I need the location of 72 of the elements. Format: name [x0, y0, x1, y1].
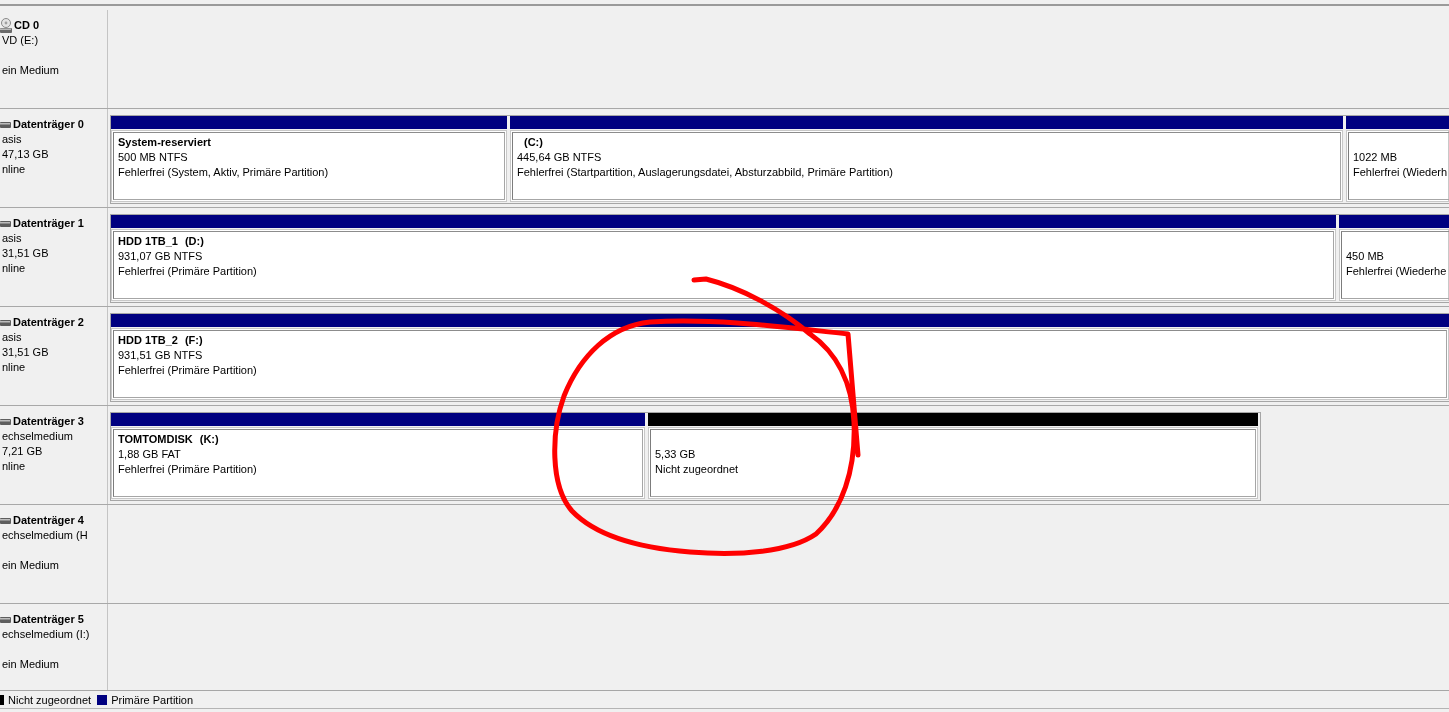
disk-type: echselmedium [2, 430, 73, 442]
disk-name: Datenträger 5 [13, 612, 84, 627]
volume-label: HDD 1TB_2 [118, 333, 178, 348]
partition-size: 931,51 GB NTFS [118, 349, 203, 361]
disk-type: echselmedium (H [2, 529, 88, 541]
disk-size: 7,21 GB [2, 445, 43, 457]
partition-block[interactable]: HDD 1TB_1 (D:) 931,07 GB NTFS Fehlerfrei (Primäre Partition) [111, 215, 1336, 301]
disk-name: Datenträger 1 [13, 216, 84, 231]
partition-status: Nicht zugeordnet [655, 463, 739, 475]
disk-size: 31,51 GB [2, 346, 49, 358]
disk-label-panel[interactable]: Datenträger 2 asis 31,51 GB nline [0, 307, 108, 405]
drive-icon [0, 418, 11, 425]
disk-size: 47,13 GB [2, 148, 49, 160]
partition-status: Fehlerfrei (System, Aktiv, Primäre Partition) [118, 166, 329, 178]
drive-icon [0, 220, 11, 227]
disk-type: asis [2, 331, 22, 343]
partition-status: Fehlerfrei (Primäre Partition) [118, 364, 257, 376]
partition-block[interactable]: 1022 MB Fehlerfrei (Wiederh [1346, 116, 1449, 202]
disk-type: echselmedium (I:) [2, 628, 90, 640]
drive-icon [0, 616, 11, 623]
disk-name: Datenträger 0 [13, 117, 84, 132]
disk-label-panel[interactable]: Datenträger 3 echselmedium 7,21 GB nline [0, 406, 108, 504]
disk-name: Datenträger 2 [13, 315, 84, 330]
disk-type: asis [2, 232, 22, 244]
partition-size: 500 MB NTFS [118, 151, 188, 163]
drive-letter: (K:) [199, 432, 219, 447]
disk-label-panel[interactable]: Datenträger 4 echselmedium (H ein Medium [0, 505, 108, 603]
disk-status: nline [2, 361, 26, 373]
partition-size: 931,07 GB NTFS [118, 250, 203, 262]
disk-name: Datenträger 4 [13, 513, 84, 528]
disk-status: ein Medium [2, 658, 59, 670]
partition-block[interactable]: 450 MB Fehlerfrei (Wiederhe [1339, 215, 1449, 301]
partition-block[interactable]: 5,33 GB Nicht zugeordnet [648, 413, 1258, 499]
partition-size: 1022 MB [1353, 151, 1398, 163]
partition-size: 5,33 GB [655, 448, 696, 460]
disk-label-panel[interactable]: Datenträger 0 asis 47,13 GB nline [0, 109, 108, 207]
partition-size: 450 MB [1346, 250, 1384, 262]
disk-label-panel[interactable]: Datenträger 1 asis 31,51 GB nline [0, 208, 108, 306]
disk-status: ein Medium [2, 559, 59, 571]
volume-label: HDD 1TB_1 [118, 234, 178, 249]
partition-size: 1,88 GB FAT [118, 448, 181, 460]
disk-label-panel[interactable]: CD 0 VD (E:) ein Medium [0, 10, 108, 108]
disk-name: CD 0 [14, 18, 40, 33]
partition-block[interactable]: System-reserviert 500 MB NTFS Fehlerfrei (System, Aktiv, Primäre Partition) [111, 116, 507, 202]
disk-name: Datenträger 3 [13, 414, 84, 429]
partition-block[interactable]: TOMTOMDISK (K:) 1,88 GB FAT Fehlerfrei (Primäre Partition) [111, 413, 645, 499]
disk-size: 31,51 GB [2, 247, 49, 259]
legend-label: Nicht zugeordnet [8, 693, 92, 706]
partition-status: Fehlerfrei (Primäre Partition) [118, 463, 257, 475]
partition-block[interactable]: HDD 1TB_2 (F:) 931,51 GB NTFS Fehlerfrei (Primäre Partition) [111, 314, 1449, 400]
drive-letter: (D:) [184, 234, 204, 249]
drive-icon [0, 121, 11, 128]
cd-drive-icon [0, 18, 12, 33]
legend-label: Primäre Partition [111, 693, 194, 706]
partition-size: 445,64 GB NTFS [517, 151, 602, 163]
drive-icon [0, 319, 11, 326]
partition-status: Fehlerfrei (Wiederh [1353, 166, 1448, 178]
partition-status: Fehlerfrei (Startpartition, Auslagerungsdatei, Absturzabbild, Primäre Partition) [517, 166, 893, 178]
volume-label: TOMTOMDISK [118, 432, 193, 447]
disk-status: nline [2, 262, 26, 274]
partition-status: Fehlerfrei (Wiederhe [1346, 265, 1447, 277]
disk-status: ein Medium [2, 64, 59, 76]
disk-type: asis [2, 133, 22, 145]
volume-label: System-reserviert [118, 135, 211, 150]
disk-type: VD (E:) [2, 34, 39, 46]
drive-icon [0, 517, 11, 524]
disk-status: nline [2, 460, 26, 472]
partition-block[interactable]: (C:) 445,64 GB NTFS Fehlerfrei (Startpartition, Auslagerungsdatei, Absturzabbild, Primäre Partition) [510, 116, 1343, 202]
partition-status: Fehlerfrei (Primäre Partition) [118, 265, 257, 277]
drive-letter: (F:) [184, 333, 203, 348]
drive-letter: (C:) [524, 135, 543, 150]
disk-status: nline [2, 163, 26, 175]
